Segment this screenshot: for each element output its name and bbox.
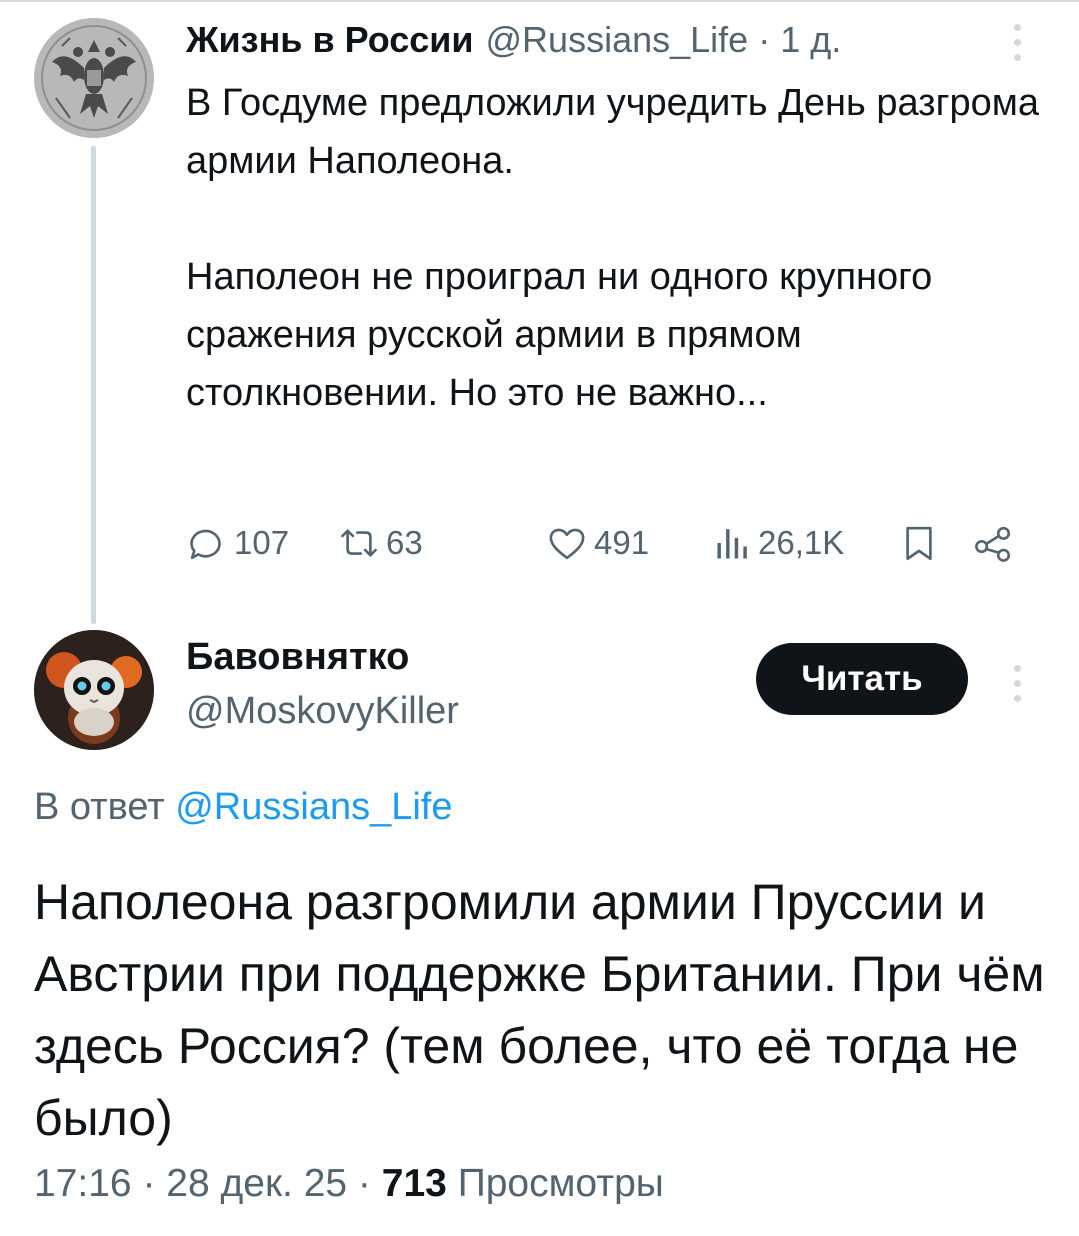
tweet-date[interactable]: 28 дек. 25 [166, 1162, 347, 1205]
tweet-views-label: Просмотры [457, 1162, 664, 1205]
repost-icon [341, 529, 377, 557]
header-separator: · [758, 19, 771, 60]
meta-separator: · [142, 1162, 156, 1205]
repost-button[interactable]: 63 [338, 518, 423, 568]
views-icon [717, 529, 747, 559]
like-icon [549, 528, 585, 560]
reply-tweet-text: Наполеона разгромили армии Пруссии и Авс… [34, 874, 1045, 1146]
reply-button[interactable]: 107 [186, 518, 289, 568]
follow-button[interactable]: Читать [756, 643, 968, 715]
meta-separator: · [357, 1162, 371, 1205]
parent-tweet-time[interactable]: 1 д. [780, 19, 841, 61]
parent-tweet-actions: 107 63 491 26,1K [186, 518, 1026, 568]
avatar-russians-life[interactable] [34, 18, 154, 138]
views-count: 26,1K [758, 524, 845, 561]
parent-author-name[interactable]: Жизнь в России [186, 19, 474, 61]
reply-author-name[interactable]: Бавовнятко [186, 636, 409, 679]
parent-more-icon[interactable] [1009, 24, 1025, 61]
avatar-moskovykiller[interactable] [34, 630, 154, 750]
top-divider [0, 0, 1079, 2]
reply-icon [190, 529, 221, 560]
tweet-views-count[interactable]: 713 [382, 1162, 447, 1205]
replying-to-mention[interactable]: @Russians_Life [175, 786, 452, 828]
tweet-time[interactable]: 17:16 [34, 1162, 132, 1205]
parent-author-handle[interactable]: @Russians_Life [486, 19, 749, 61]
coat-of-arms-image [34, 18, 154, 138]
parent-tweet-header: Жизнь в России @Russians_Life · 1 д. [186, 18, 841, 62]
share-icon [975, 526, 1011, 562]
thread-connector-line [91, 146, 96, 624]
reply-author-handle[interactable]: @MoskovyKiller [186, 690, 459, 733]
creature-avatar-image [34, 630, 154, 750]
reply-count: 107 [234, 524, 290, 561]
reply-tweet-meta: 17:16 · 28 дек. 25 · 713 Просмотры [34, 1162, 664, 1206]
share-button[interactable] [972, 518, 1014, 568]
like-count: 491 [594, 524, 650, 561]
reply-more-icon[interactable] [1009, 665, 1025, 702]
parent-tweet-text: В Госдуме предложили учредить День разгр… [186, 74, 1046, 422]
replying-to-line: В ответ @Russians_Life [34, 786, 452, 829]
repost-count: 63 [386, 524, 423, 561]
views-button[interactable]: 26,1K [714, 518, 844, 568]
bookmark-icon [906, 526, 932, 561]
parent-tweet-paragraph: В Госдуме предложили учредить День разгр… [186, 82, 1039, 182]
parent-tweet-paragraph: Наполеон не проиграл ни одного крупного … [186, 256, 933, 414]
replying-to-prefix: В ответ [34, 786, 165, 828]
like-button[interactable]: 491 [546, 518, 649, 568]
bookmark-button[interactable] [898, 518, 940, 568]
